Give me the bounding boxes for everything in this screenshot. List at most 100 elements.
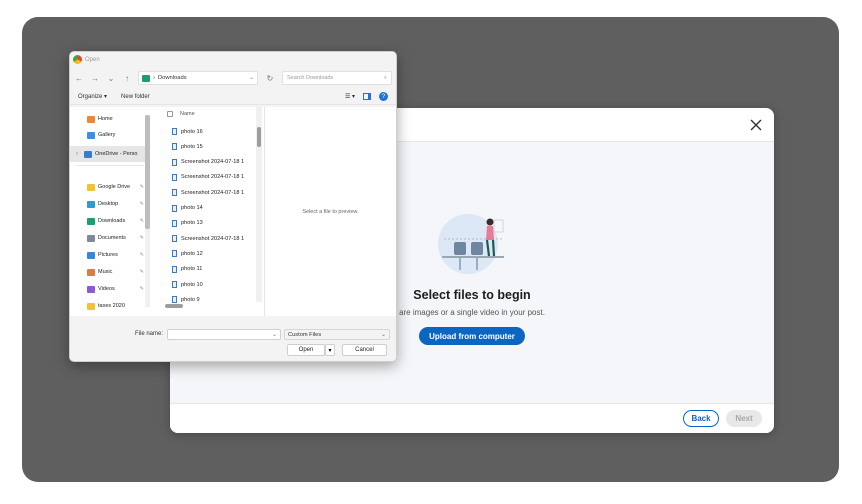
dialog-title: Open (85, 56, 100, 63)
file-type-filter[interactable]: Custom Files ⌄ (284, 329, 390, 340)
file-name: photo 12 (181, 250, 203, 257)
nav-scrollbar-thumb[interactable] (145, 115, 150, 229)
new-folder-button[interactable]: New folder (121, 94, 150, 100)
file-list-item[interactable]: Screenshot 2024-07-18 1 (172, 170, 244, 185)
nav-item-home[interactable]: Home (70, 111, 146, 127)
file-list-item[interactable]: photo 11 (172, 262, 202, 277)
file-list-hscrollbar[interactable] (160, 304, 260, 309)
nav-item-label: Documents (98, 235, 126, 241)
file-list-item[interactable]: photo 16 (172, 124, 203, 139)
home-icon (87, 115, 95, 123)
nav-item-downloads[interactable]: Downloads ✎ (70, 213, 146, 229)
back-button[interactable]: Back (683, 410, 719, 427)
file-list-item[interactable]: photo 10 (172, 277, 203, 292)
file-name: photo 11 (181, 266, 203, 273)
folder-icon (87, 183, 95, 191)
pin-icon: ✎ (139, 286, 144, 292)
file-list-item[interactable]: Screenshot 2024-07-18 1 (172, 231, 244, 246)
pin-icon: ✎ (139, 269, 144, 275)
chevron-right-icon: › (76, 151, 78, 157)
file-name: photo 16 (181, 128, 203, 135)
file-name: photo 13 (181, 220, 203, 227)
nav-item-taxes-2020[interactable]: taxes 2020 (70, 298, 146, 314)
dialog-navbar: ← → ⌄ ↑ › Downloads ⌄ ↻ Search Downloads… (70, 67, 396, 89)
nav-item-label: Google Drive (98, 184, 131, 190)
nav-item-music[interactable]: Music ✎ (70, 264, 146, 280)
navigation-pane: Home Gallery › OneDrive - Perso Google D… (70, 107, 152, 316)
image-file-icon (172, 219, 177, 227)
select-all-checkbox[interactable] (167, 111, 173, 117)
view-menu-icon[interactable]: ☰ ▾ (345, 93, 355, 100)
nav-item-desktop[interactable]: Desktop ✎ (70, 196, 146, 212)
chevron-down-icon[interactable]: ⌄ (272, 331, 277, 338)
videos-icon (87, 285, 95, 293)
pin-icon: ✎ (139, 218, 144, 224)
file-list-item[interactable]: photo 14 (172, 201, 203, 216)
image-file-icon (172, 250, 177, 258)
open-file-dialog: Open ← → ⌄ ↑ › Downloads ⌄ ↻ Search Down… (69, 51, 397, 362)
file-list-scrollbar-thumb[interactable] (257, 127, 261, 147)
nav-item-documents[interactable]: Documents ✎ (70, 230, 146, 246)
organize-label: Organize (78, 94, 103, 100)
help-icon[interactable]: ? (379, 92, 388, 101)
nav-item-label: Downloads (98, 218, 126, 224)
up-arrow-icon[interactable]: ↑ (122, 74, 132, 83)
desktop-icon (87, 200, 95, 208)
refresh-icon[interactable]: ↻ (264, 74, 276, 83)
nav-item-google-drive[interactable]: Google Drive ✎ (70, 179, 146, 195)
chevron-down-icon[interactable]: ⌄ (106, 74, 116, 83)
documents-icon (87, 234, 95, 242)
open-dropdown-arrow-icon[interactable]: ▾ (325, 344, 335, 356)
nav-scrollbar[interactable] (145, 115, 150, 307)
file-name-input[interactable]: ⌄ (167, 329, 281, 340)
open-button[interactable]: Open (287, 344, 325, 356)
pin-icon: ✎ (139, 235, 144, 241)
image-file-icon (172, 158, 177, 166)
nav-item-label: OneDrive - Perso (95, 151, 138, 157)
image-file-icon (172, 173, 177, 181)
close-icon[interactable] (746, 115, 766, 135)
nav-item-gallery[interactable]: Gallery (70, 127, 146, 143)
preview-text: Select a file to preview. (302, 208, 359, 215)
nav-item-label: taxes 2020 (98, 303, 125, 309)
pictures-icon (87, 251, 95, 259)
chevron-down-icon[interactable]: ⌄ (381, 331, 386, 338)
organize-button[interactable]: Organize ▾ (78, 93, 107, 100)
file-list-hscrollbar-thumb[interactable] (165, 304, 183, 308)
nav-item-pictures[interactable]: Pictures ✎ (70, 247, 146, 263)
file-type-value: Custom Files (288, 331, 322, 338)
file-list-item[interactable]: photo 12 (172, 246, 203, 261)
address-text: Downloads (157, 75, 187, 81)
file-list-header: Name (154, 107, 254, 121)
dialog-content: Home Gallery › OneDrive - Perso Google D… (70, 107, 396, 316)
onedrive-icon (84, 150, 92, 158)
file-name: Screenshot 2024-07-18 1 (181, 189, 245, 196)
file-list-item[interactable]: photo 13 (172, 216, 203, 231)
file-list: Name photo 16 photo 15 Screenshot 2024-07-… (154, 107, 254, 316)
nav-item-onedrive[interactable]: › OneDrive - Perso (70, 146, 146, 162)
preview-pane-icon[interactable] (363, 93, 371, 100)
nav-item-label: Pictures (98, 252, 118, 258)
forward-arrow-icon[interactable]: → (90, 74, 100, 83)
file-name: photo 9 (181, 296, 200, 303)
dialog-titlebar: Open (70, 52, 396, 67)
address-bar[interactable]: › Downloads ⌄ (138, 71, 258, 85)
file-list-item[interactable]: Screenshot 2024-07-18 1 (172, 185, 244, 200)
cancel-button[interactable]: Cancel (342, 344, 387, 356)
upload-from-computer-button[interactable]: Upload from computer (419, 327, 525, 345)
address-dropdown-icon[interactable]: ⌄ (249, 75, 254, 81)
name-column-header[interactable]: Name (180, 111, 195, 117)
back-arrow-icon[interactable]: ← (74, 74, 84, 83)
nav-item-label: Gallery (98, 132, 116, 138)
nav-item-label: Music (98, 269, 113, 275)
pin-icon: ✎ (139, 252, 144, 258)
nav-item-videos[interactable]: Videos ✎ (70, 281, 146, 297)
file-name: photo 10 (181, 281, 203, 288)
search-input[interactable]: Search Downloads ⌕ (282, 71, 392, 85)
file-list-scrollbar[interactable] (256, 107, 262, 302)
nav-item-label: Videos (98, 286, 115, 292)
chrome-logo-icon (73, 55, 82, 64)
file-list-item[interactable]: Screenshot 2024-07-18 1 (172, 155, 244, 170)
file-list-item[interactable]: photo 15 (172, 139, 203, 154)
nav-item-label: Desktop (98, 201, 119, 207)
